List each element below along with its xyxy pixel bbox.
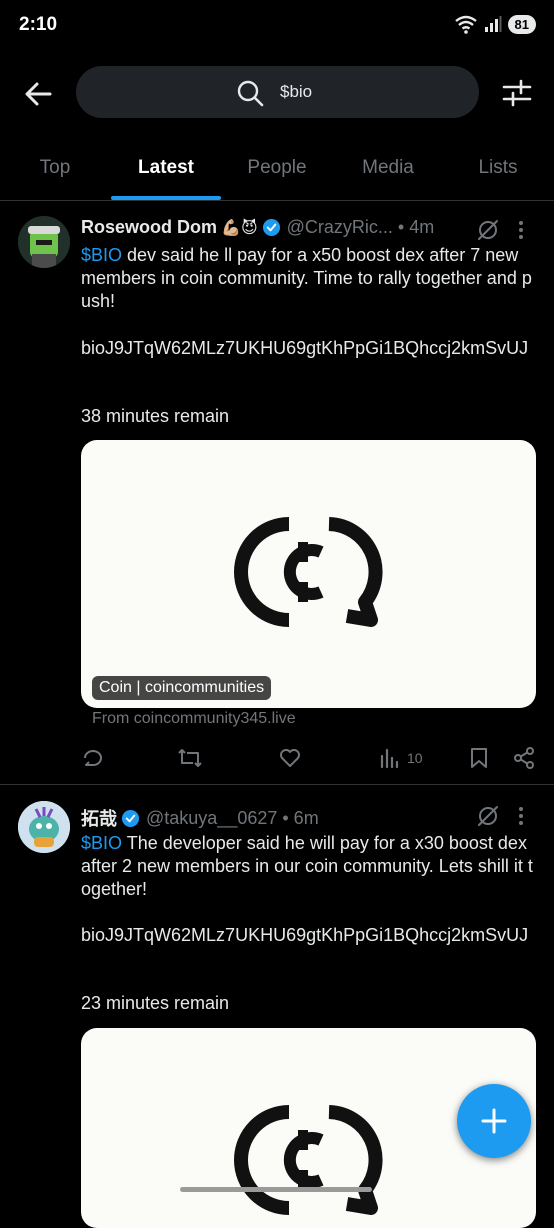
- search-input[interactable]: $bio: [76, 66, 479, 118]
- coincommunities-logo: [234, 1105, 383, 1215]
- cashtag-link[interactable]: $BIO: [81, 833, 122, 853]
- reply-icon: [84, 750, 102, 766]
- grok-icon[interactable]: [477, 219, 499, 241]
- reply-button[interactable]: [81, 746, 105, 770]
- compose-post-button[interactable]: [457, 1084, 531, 1158]
- post-text: dev said he ll pay for a x50 boost dex a…: [81, 245, 532, 311]
- time-remaining-text: 23 minutes remain: [81, 993, 230, 1013]
- bookmark-icon[interactable]: [468, 746, 490, 770]
- more-options-icon[interactable]: [518, 806, 524, 826]
- post-actions: 10: [0, 744, 554, 774]
- back-arrow-icon[interactable]: [20, 76, 56, 112]
- repost-button[interactable]: [177, 746, 203, 770]
- post-text: The developer said he will pay for a x30…: [81, 833, 533, 899]
- avatar-image: [18, 801, 70, 853]
- contract-address: bioJ9JTqW62MLz7UKHU69gtKhPpGi1BQhccj2kmS…: [81, 338, 529, 358]
- more-options-icon[interactable]: [518, 220, 524, 240]
- post-header: 拓哉 @takuya__0627 • 6m: [81, 805, 319, 831]
- link-card[interactable]: Coin | coincommunities: [81, 440, 536, 708]
- post-time: • 6m: [282, 807, 319, 828]
- tab-lists[interactable]: Lists: [443, 140, 553, 200]
- post-body: $BIO The developer said he will pay for …: [81, 832, 536, 901]
- author-name[interactable]: Rosewood Dom: [81, 217, 217, 238]
- battery-indicator: 81: [507, 14, 536, 34]
- signal-icon: [484, 16, 502, 32]
- filter-settings-icon[interactable]: [500, 76, 534, 110]
- status-bar: 2:10 81: [0, 0, 554, 54]
- search-query: $bio: [280, 82, 313, 101]
- home-indicator[interactable]: [180, 1187, 372, 1192]
- views-chart-icon: [380, 748, 399, 769]
- wifi-icon: [454, 15, 477, 34]
- post-body: $BIO dev said he ll pay for a x50 boost …: [81, 244, 536, 313]
- author-handle[interactable]: @takuya__0627: [146, 808, 277, 829]
- heart-icon: [280, 749, 300, 767]
- author-handle[interactable]: @CrazyRic...: [287, 217, 393, 238]
- contract-address: bioJ9JTqW62MLz7UKHU69gtKhPpGi1BQhccj2kmS…: [81, 925, 529, 945]
- search-icon: [237, 80, 264, 107]
- views-count: 10: [407, 750, 423, 766]
- verified-badge-icon: [262, 218, 280, 237]
- cashtag-link[interactable]: $BIO: [81, 245, 122, 265]
- author-emojis: 💪🏼😈: [221, 219, 258, 237]
- status-icons: 81: [454, 14, 536, 34]
- card-source[interactable]: From coincommunity345.live: [92, 710, 296, 728]
- coincommunities-logo: [234, 517, 383, 627]
- tab-top[interactable]: Top: [0, 140, 110, 200]
- avatar[interactable]: [18, 216, 70, 268]
- share-icon[interactable]: [512, 746, 536, 770]
- post-header: Rosewood Dom 💪🏼😈 @CrazyRic... • 4m: [81, 217, 434, 238]
- tab-people[interactable]: People: [222, 140, 332, 200]
- avatar-image: [18, 216, 70, 268]
- tab-latest[interactable]: Latest: [111, 140, 221, 200]
- repost-icon: [178, 749, 202, 767]
- avatar[interactable]: [18, 801, 70, 853]
- views-button[interactable]: 10: [379, 746, 423, 770]
- tab-media[interactable]: Media: [333, 140, 443, 200]
- author-name[interactable]: 拓哉: [81, 805, 117, 831]
- card-badge: Coin | coincommunities: [92, 676, 272, 700]
- like-button[interactable]: [278, 746, 302, 770]
- post-time: • 4m: [397, 217, 435, 237]
- verified-badge-icon: [121, 809, 140, 827]
- grok-icon[interactable]: [477, 805, 499, 827]
- post[interactable]: Rosewood Dom 💪🏼😈 @CrazyRic... • 4m $BIO …: [0, 200, 554, 784]
- status-time: 2:10: [19, 14, 58, 35]
- search-header: $bio: [0, 62, 554, 122]
- plus-icon: [481, 1108, 507, 1134]
- time-remaining-text: 38 minutes remain: [81, 406, 230, 426]
- search-tabs: Top Latest People Media Lists: [0, 140, 554, 201]
